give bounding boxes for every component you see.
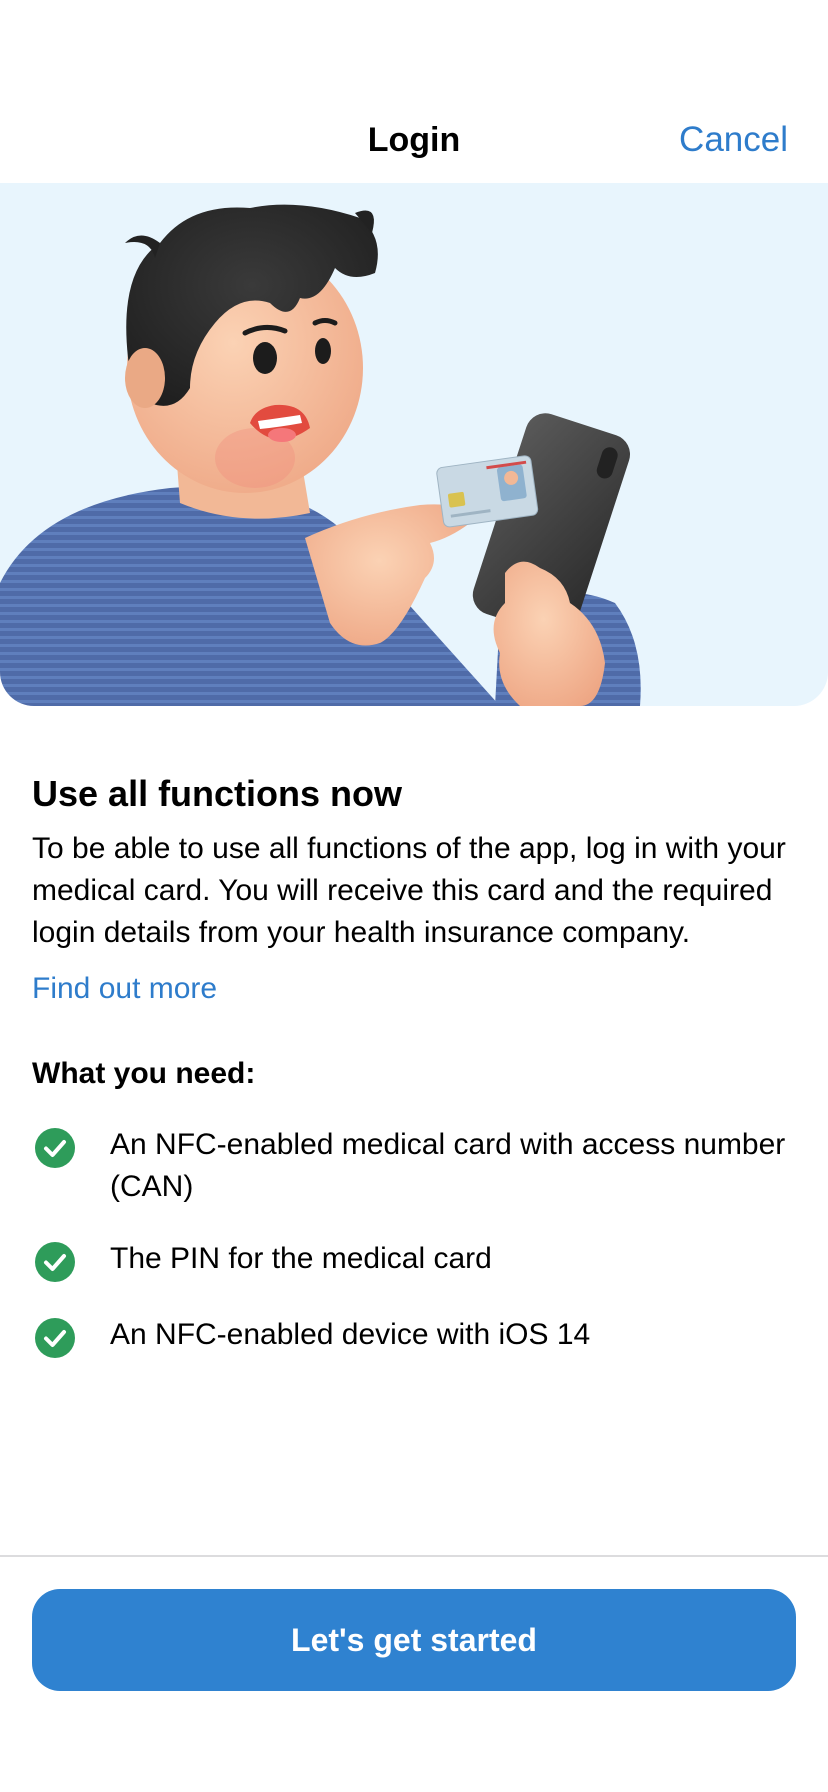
login-info-section: Use all functions now To be able to use … (32, 768, 796, 1386)
cancel-button[interactable]: Cancel (679, 116, 788, 164)
intro-description: To be able to use all functions of the a… (32, 832, 786, 949)
requirement-item: An NFC-enabled device with iOS 14 (32, 1314, 796, 1358)
get-started-button[interactable]: Let's get started (32, 1589, 796, 1691)
check-circle-icon (35, 1318, 75, 1358)
check-circle-icon (35, 1242, 75, 1282)
requirement-label: The PIN for the medical card (110, 1242, 492, 1275)
requirements-heading: What you need: (32, 1057, 256, 1090)
requirement-label: An NFC-enabled device with iOS 14 (110, 1318, 591, 1351)
hero-illustration (0, 183, 828, 706)
requirements-list: An NFC-enabled medical card with access … (32, 1124, 796, 1358)
check-circle-icon (35, 1128, 75, 1168)
login-screen: Login Cancel Use all functions now To be… (0, 0, 828, 1792)
find-out-more-link[interactable]: Find out more (32, 968, 217, 1010)
person-with-card-illustration (0, 204, 641, 706)
footer-divider (0, 1555, 828, 1557)
requirement-label: An NFC-enabled medical card with access … (110, 1128, 786, 1203)
section-heading: Use all functions now (32, 773, 403, 814)
navigation-bar: Login Cancel (0, 0, 828, 183)
requirement-item: The PIN for the medical card (32, 1238, 796, 1282)
requirement-item: An NFC-enabled medical card with access … (32, 1124, 796, 1208)
